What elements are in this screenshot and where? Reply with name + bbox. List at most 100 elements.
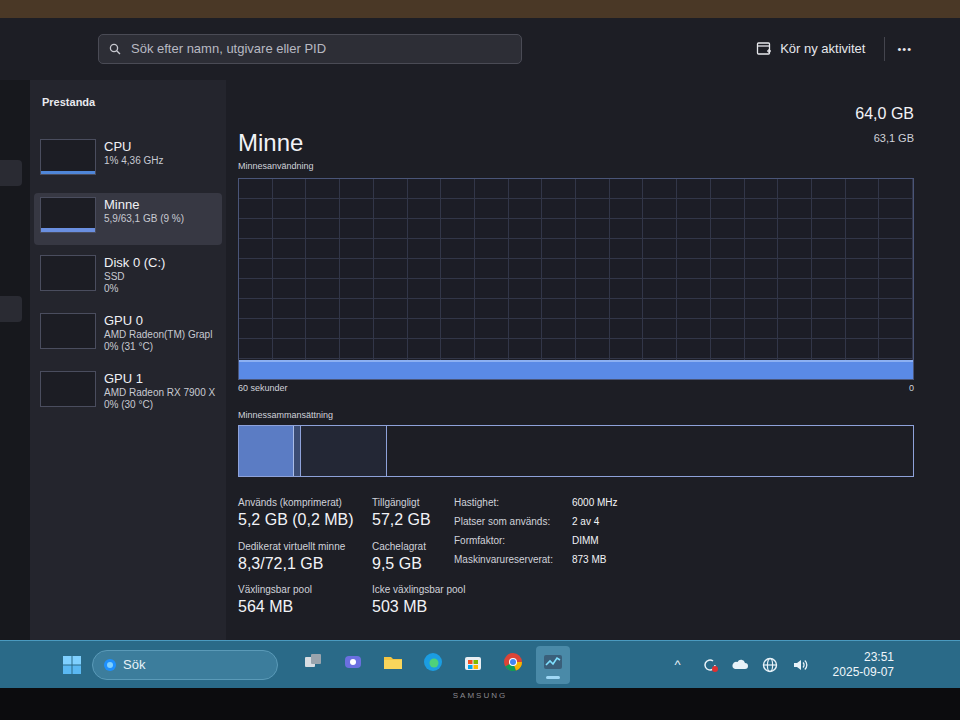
detail-value: DIMM [572, 533, 652, 548]
search-icon [103, 658, 117, 672]
taskbar-app[interactable] [456, 646, 490, 684]
graph-bar [239, 360, 261, 378]
taskbar-app[interactable] [296, 646, 330, 684]
nav-item[interactable] [0, 296, 22, 322]
taskbar-search-label: Sök [123, 655, 145, 675]
sidebar-item[interactable]: CPU1% 4,36 GHz [34, 135, 222, 187]
graph-bar [576, 360, 598, 378]
stat: Tillgängligt57,2 GB [372, 495, 444, 531]
graph-bar [801, 360, 823, 378]
graph-bar [599, 360, 621, 378]
total-memory: 64,0 GB [855, 102, 914, 126]
more-button[interactable]: ••• [885, 41, 924, 58]
graph-bar [643, 360, 665, 378]
taskbar-app[interactable] [536, 646, 570, 684]
graph-bar [329, 360, 351, 378]
clock[interactable]: 23:512025-09-07 [825, 650, 898, 679]
stat: Används (komprimerat)5,2 GB (0,2 MB) [238, 495, 368, 531]
item-name: Minne [104, 197, 184, 213]
graph-bar [621, 360, 643, 378]
detail-label: Platser som används: [454, 514, 572, 529]
stat: Icke växlingsbar pool503 MB [372, 582, 444, 618]
taskbar-app[interactable] [416, 646, 450, 684]
memory-graph [238, 178, 914, 380]
sidebar-item[interactable]: GPU 1AMD Radeon RX 7900 X0% (30 °C) [34, 367, 222, 419]
mini-graph [40, 197, 96, 233]
taskbar-app[interactable] [376, 646, 410, 684]
graph-bar [284, 360, 306, 378]
detail-label: Hastighet: [454, 495, 572, 510]
stat-value: 564 MB [238, 597, 368, 618]
sidebar-item[interactable]: Disk 0 (C:)SSD0% [34, 251, 222, 303]
taskbar-app[interactable] [496, 646, 530, 684]
detail-value: 6000 MHz [572, 495, 652, 510]
item-name: GPU 1 [104, 371, 215, 387]
graph-bar [464, 360, 486, 378]
graph-bar [733, 360, 755, 378]
taskbar-search[interactable]: Sök [92, 650, 278, 680]
graph-bar [666, 360, 688, 378]
nav-item[interactable] [0, 160, 22, 186]
windows-start-icon[interactable] [62, 655, 82, 675]
monitor-bezel: SAMSUNG [0, 688, 960, 720]
volume-icon[interactable] [791, 656, 809, 674]
graph-bar [509, 360, 531, 378]
graph-bar [419, 360, 441, 378]
stat-value: 9,5 GB [372, 554, 444, 575]
item-name: GPU 0 [104, 313, 212, 329]
stat-value: 57,2 GB [372, 510, 444, 531]
usable-memory: 63,1 GB [874, 126, 914, 147]
graph-bar [756, 360, 778, 378]
mini-graph-fill [41, 228, 95, 231]
stat: Växlingsbar pool564 MB [238, 582, 368, 618]
composition-bar [238, 425, 914, 477]
clock-date: 2025-09-07 [833, 665, 894, 679]
graph-bar [823, 360, 845, 378]
monitor-brand: SAMSUNG [453, 690, 507, 702]
item-detail: 0% (30 °C) [104, 399, 215, 412]
update-icon[interactable] [701, 656, 719, 674]
stat-label: Tillgängligt [372, 495, 444, 510]
memory-panel: MinneMinnesanvändning64,0 GB63,1 GB60 se… [226, 80, 960, 640]
sidebar-item[interactable]: GPU 0AMD Radeon(TM) Grapl0% (31 °C) [34, 309, 222, 361]
meet-icon [342, 651, 364, 673]
graph-bar [868, 360, 890, 378]
sidebar: PrestandaCPU1% 4,36 GHzMinne5,9/63,1 GB … [30, 80, 226, 640]
clock-time: 23:51 [864, 650, 894, 664]
mini-graph [40, 139, 96, 175]
composition-segment [293, 426, 300, 476]
item-detail: 5,9/63,1 GB (9 %) [104, 213, 184, 226]
item-detail: 0% (31 °C) [104, 341, 212, 354]
graph-bar [396, 360, 418, 378]
mini-graph [40, 255, 96, 291]
cloud-icon[interactable] [731, 656, 749, 674]
search-input[interactable] [131, 39, 511, 59]
detail-label: Maskinvarureserverat: [454, 552, 572, 567]
sidebar-item[interactable]: Minne5,9/63,1 GB (9 %) [34, 193, 222, 245]
graph-bar [306, 360, 328, 378]
search-icon [109, 43, 121, 55]
system-tray [695, 656, 815, 674]
item-detail: SSD [104, 271, 165, 284]
graph-bar [778, 360, 800, 378]
explorer-icon [382, 651, 404, 673]
network-icon[interactable] [761, 656, 779, 674]
store-icon [462, 651, 484, 673]
axis-label: 0 [909, 382, 914, 396]
item-detail: 0% [104, 283, 165, 296]
run-task-label: Kör ny aktivitet [780, 39, 865, 59]
run-task-button[interactable]: Kör ny aktivitet [750, 35, 871, 63]
taskbar: Sök ^ 23:512025-09-07 [0, 640, 960, 688]
edge-icon [422, 651, 444, 673]
item-detail: 1% 4,36 GHz [104, 155, 163, 168]
tray-toggle[interactable]: ^ [671, 655, 685, 675]
item-detail: AMD Radeon(TM) Grapl [104, 329, 212, 342]
stat-value: 5,2 GB (0,2 MB) [238, 510, 368, 531]
mini-graph-fill [41, 171, 95, 174]
stat-label: Cachelagrat [372, 539, 444, 554]
stat: Cachelagrat9,5 GB [372, 539, 444, 575]
detail-value: 873 MB [572, 552, 652, 567]
taskbar-app[interactable] [336, 646, 370, 684]
detail-value: 2 av 4 [572, 514, 652, 529]
mini-graph [40, 313, 96, 349]
